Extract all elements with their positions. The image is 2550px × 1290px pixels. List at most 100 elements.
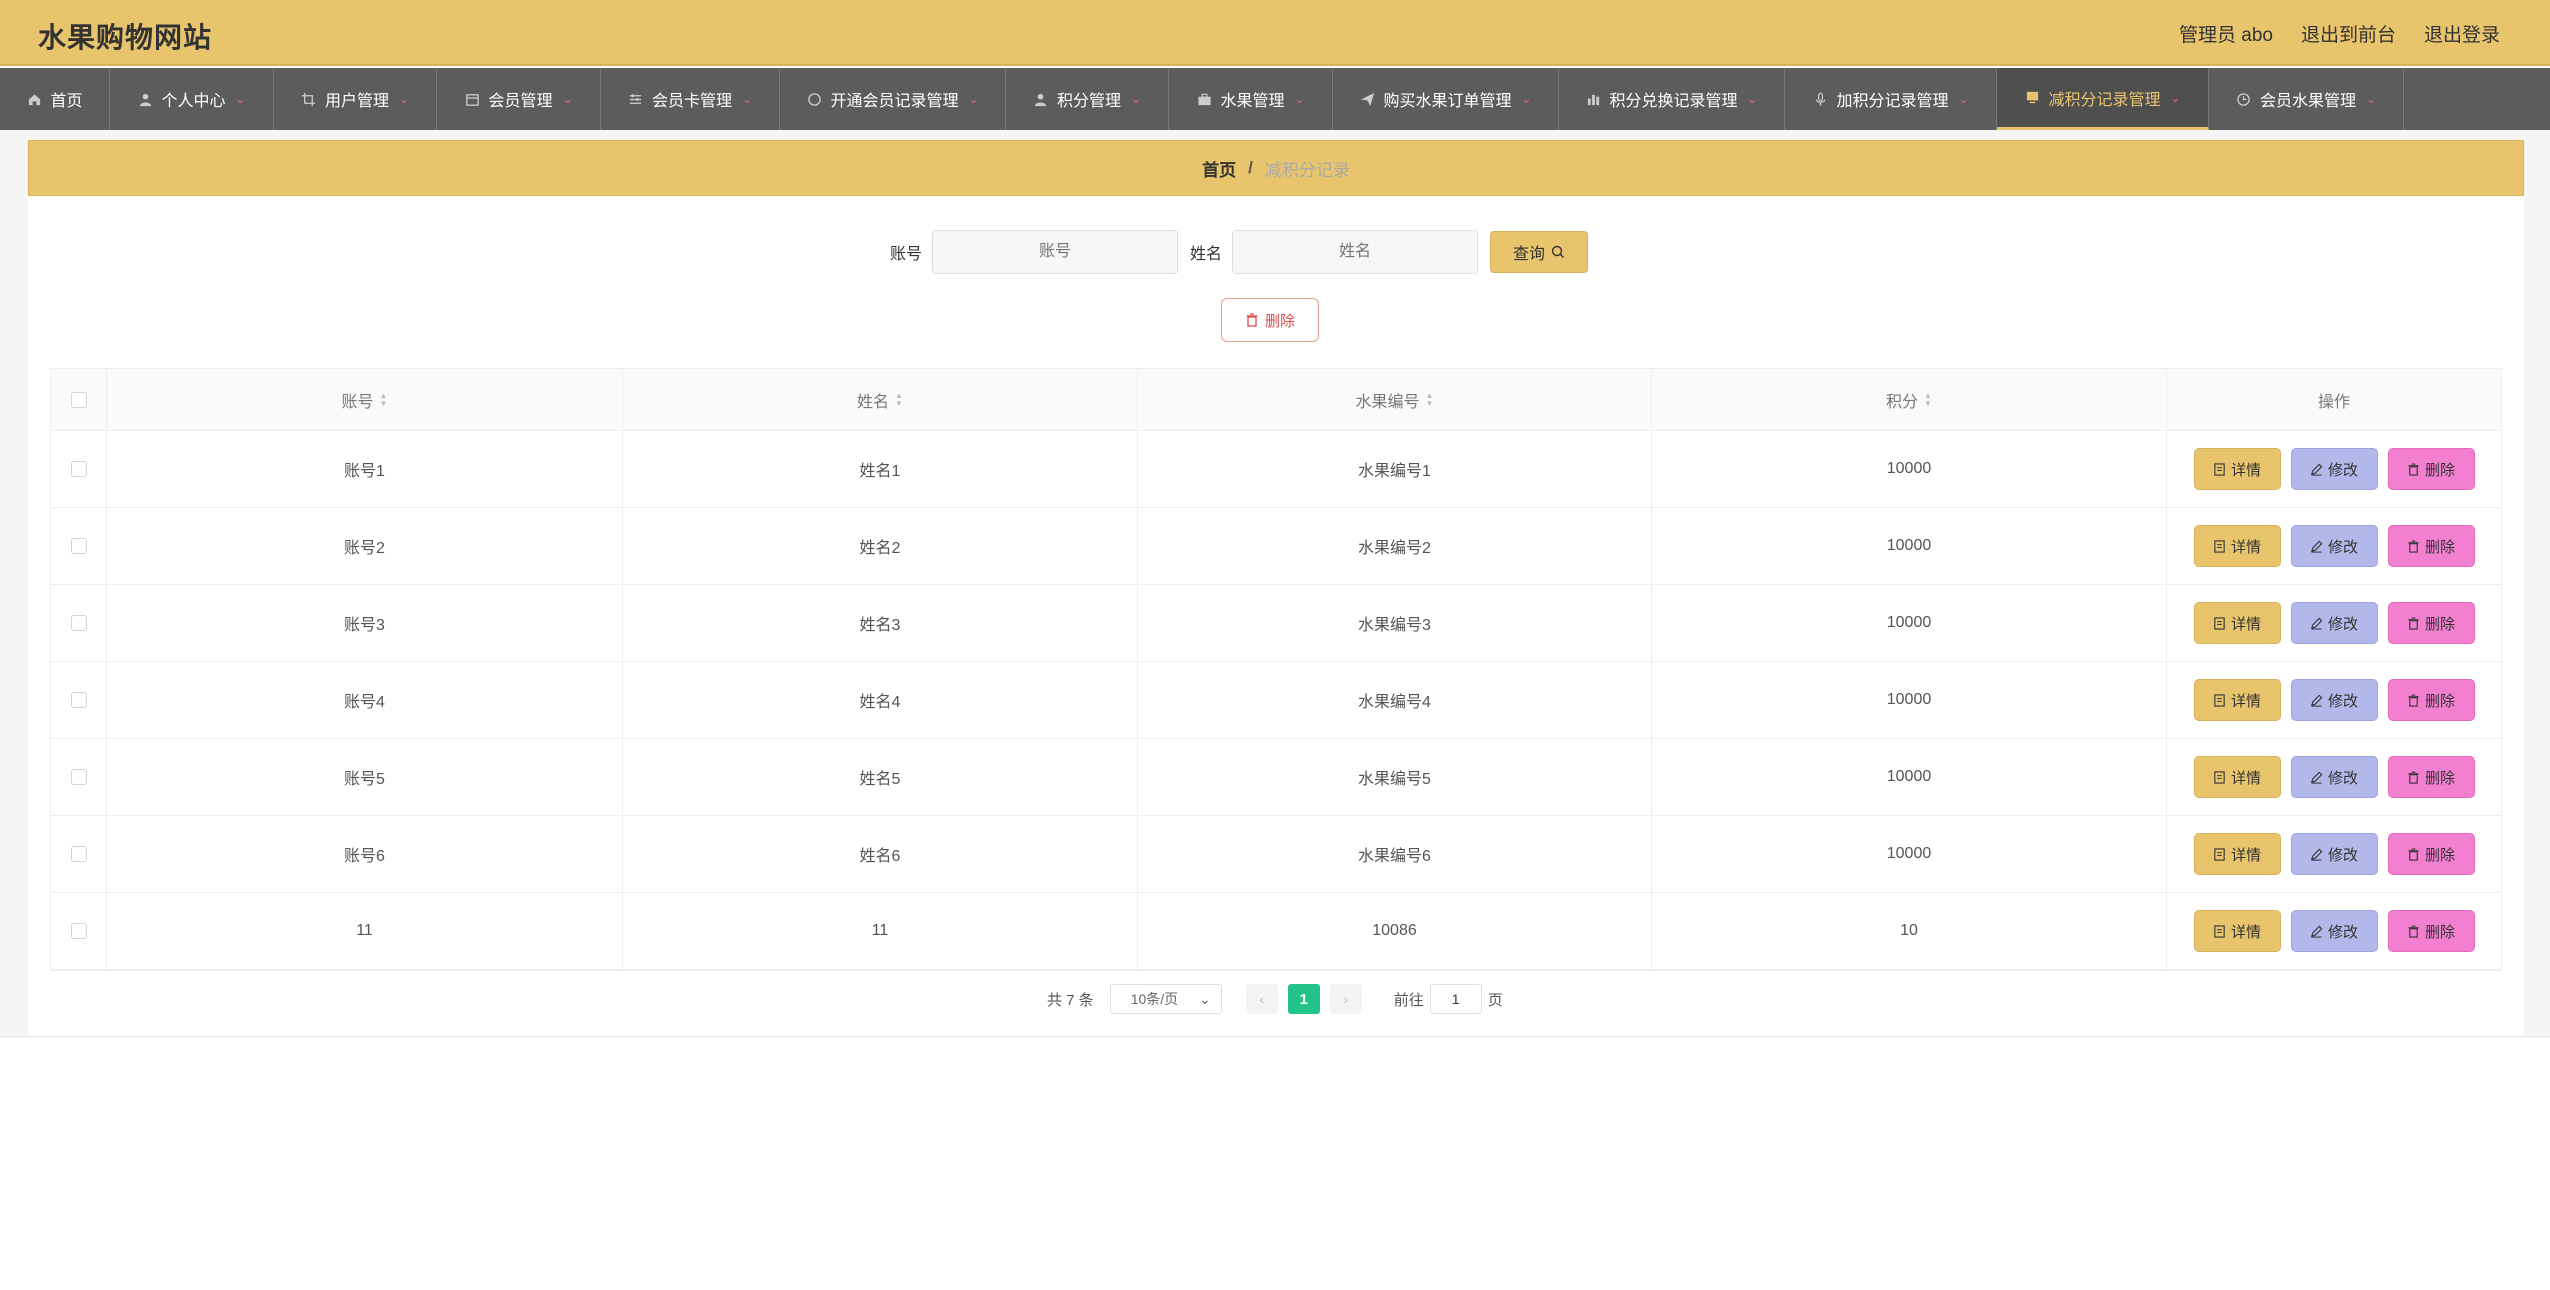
chevron-down-icon: ⌄ xyxy=(1747,92,1758,106)
cell-account: 账号1 xyxy=(107,431,623,507)
detail-button[interactable]: 详情 xyxy=(2193,833,2281,875)
delete-button[interactable]: 删除 xyxy=(2387,756,2475,798)
mic-icon xyxy=(1812,91,1828,107)
header-fruit-no-label: 水果编号 xyxy=(1355,393,1420,411)
nav-item-1[interactable]: 个人中心 ⌄ xyxy=(110,68,274,130)
detail-label: 详情 xyxy=(2230,615,2261,633)
cell-points: 10000 xyxy=(1652,585,2167,661)
header-fruit-no[interactable]: 水果编号 ▲ ▼ xyxy=(1138,369,1652,430)
prev-page-button[interactable]: ‹ xyxy=(1245,984,1278,1014)
delete-button[interactable]: 删除 xyxy=(2387,448,2475,490)
header-points[interactable]: 积分 ▲ ▼ xyxy=(1652,369,2167,430)
detail-label: 详情 xyxy=(2230,538,2261,556)
goto-page-input[interactable] xyxy=(1429,984,1482,1014)
name-input[interactable] xyxy=(1232,230,1479,274)
records-table: 账号 ▲ ▼ 姓名 ▲ ▼ 水果编号 ▲ ▼ 积分 ▲ ▼ 操作 账号1 姓名1 水果编号1 1000… xyxy=(50,368,2502,971)
account-input[interactable] xyxy=(932,230,1179,274)
table-row: 账号1 姓名1 水果编号1 10000 详情 修改 删除 xyxy=(51,431,2501,508)
delete-button[interactable]: 删除 xyxy=(2387,525,2475,567)
table-row: 账号5 姓名5 水果编号5 10000 详情 修改 删除 xyxy=(51,739,2501,816)
header-name[interactable]: 姓名 ▲ ▼ xyxy=(623,369,1138,430)
edit-icon xyxy=(2310,694,2323,707)
chevron-down-icon: ⌄ xyxy=(1521,92,1532,106)
edit-button[interactable]: 修改 xyxy=(2290,833,2378,875)
detail-label: 详情 xyxy=(2230,846,2261,864)
nav-item-2[interactable]: 用户管理 ⌄ xyxy=(274,68,437,130)
select-all-checkbox[interactable] xyxy=(70,391,87,408)
query-button[interactable]: 查询 xyxy=(1490,231,1589,273)
page-size-select[interactable]: 10条/页 ⌄ xyxy=(1109,984,1222,1014)
row-checkbox[interactable] xyxy=(70,538,87,554)
cell-account: 账号3 xyxy=(107,585,623,661)
page-number-current[interactable]: 1 xyxy=(1287,984,1320,1014)
logout-link[interactable]: 退出登录 xyxy=(2424,20,2500,47)
cell-name: 姓名4 xyxy=(623,662,1138,738)
detail-button[interactable]: 详情 xyxy=(2193,756,2281,798)
edit-button[interactable]: 修改 xyxy=(2290,602,2378,644)
trash-icon xyxy=(2407,848,2420,861)
edit-icon xyxy=(2310,925,2323,938)
row-actions: 详情 修改 删除 xyxy=(2167,662,2501,738)
nav-item-3[interactable]: 会员管理 ⌄ xyxy=(437,68,601,130)
delete-button[interactable]: 删除 xyxy=(2387,602,2475,644)
edit-button[interactable]: 修改 xyxy=(2290,910,2378,952)
cell-fruit-no: 水果编号3 xyxy=(1138,585,1652,661)
nav-item-4[interactable]: 会员卡管理 ⌄ xyxy=(601,68,780,130)
nav-item-8[interactable]: 购买水果订单管理 ⌄ xyxy=(1333,68,1559,130)
bulk-delete-button[interactable]: 删除 xyxy=(1221,298,1319,342)
nav-item-9[interactable]: 积分兑换记录管理 ⌄ xyxy=(1559,68,1785,130)
chevron-right-icon: › xyxy=(1343,991,1349,1007)
edit-button[interactable]: 修改 xyxy=(2290,525,2378,567)
nav-item-label: 购买水果订单管理 xyxy=(1383,93,1512,110)
breadcrumb-home[interactable]: 首页 xyxy=(1202,156,1236,181)
nav-item-label: 水果管理 xyxy=(1220,93,1285,110)
header-actions: 操作 xyxy=(2317,393,2350,411)
table-row: 账号3 姓名3 水果编号3 10000 详情 修改 删除 xyxy=(51,585,2501,662)
row-checkbox[interactable] xyxy=(70,769,87,785)
table-body: 账号1 姓名1 水果编号1 10000 详情 修改 删除 账号2 姓名2 水果编号2 100… xyxy=(51,431,2501,970)
row-checkbox[interactable] xyxy=(70,615,87,631)
front-link[interactable]: 退出到前台 xyxy=(2301,20,2396,47)
edit-label: 修改 xyxy=(2327,615,2358,633)
delete-button[interactable]: 删除 xyxy=(2387,833,2475,875)
table-row: 账号2 姓名2 水果编号2 10000 详情 修改 删除 xyxy=(51,508,2501,585)
nav-item-12[interactable]: 会员水果管理 ⌄ xyxy=(2209,68,2404,130)
document-icon xyxy=(2213,924,2226,938)
nav-item-10[interactable]: 加积分记录管理 ⌄ xyxy=(1785,68,1997,130)
detail-button[interactable]: 详情 xyxy=(2193,525,2281,567)
nav-item-5[interactable]: 开通会员记录管理 ⌄ xyxy=(780,68,1006,130)
nav-item-11[interactable]: 减积分记录管理 ⌄ xyxy=(1997,68,2209,130)
detail-button[interactable]: 详情 xyxy=(2193,679,2281,721)
row-checkbox[interactable] xyxy=(70,846,87,862)
row-checkbox[interactable] xyxy=(70,923,87,939)
row-checkbox[interactable] xyxy=(70,461,87,477)
cell-account: 账号6 xyxy=(107,816,623,892)
next-page-button[interactable]: › xyxy=(1329,984,1362,1014)
cell-account: 账号4 xyxy=(107,662,623,738)
header-actions: 管理员 abo 退出到前台 退出登录 xyxy=(2179,20,2500,47)
edit-button[interactable]: 修改 xyxy=(2290,756,2378,798)
detail-button[interactable]: 详情 xyxy=(2193,602,2281,644)
top-header: 水果购物网站 管理员 abo 退出到前台 退出登录 xyxy=(0,0,2550,66)
nav-item-label: 会员水果管理 xyxy=(2259,93,2356,110)
header-account[interactable]: 账号 ▲ ▼ xyxy=(107,369,623,430)
row-checkbox[interactable] xyxy=(70,692,87,708)
trash-icon xyxy=(2407,617,2420,630)
edit-button[interactable]: 修改 xyxy=(2290,679,2378,721)
search-form: 账号 姓名 查询 xyxy=(890,230,1589,274)
row-actions: 详情 修改 删除 xyxy=(2167,508,2501,584)
delete-button[interactable]: 删除 xyxy=(2387,910,2475,952)
document-icon xyxy=(2213,616,2226,630)
search-icon xyxy=(1551,245,1565,259)
monitor-icon xyxy=(2024,90,2040,106)
nav-item-0[interactable]: 首页 xyxy=(0,68,110,130)
delete-button[interactable]: 删除 xyxy=(2387,679,2475,721)
delete-label: 删除 xyxy=(2424,538,2455,556)
detail-button[interactable]: 详情 xyxy=(2193,448,2281,490)
delete-label: 删除 xyxy=(2424,846,2455,864)
nav-item-6[interactable]: 积分管理 ⌄ xyxy=(1006,68,1169,130)
edit-button[interactable]: 修改 xyxy=(2290,448,2378,490)
detail-button[interactable]: 详情 xyxy=(2193,910,2281,952)
calendar-icon xyxy=(464,91,480,107)
nav-item-7[interactable]: 水果管理 ⌄ xyxy=(1169,68,1333,130)
